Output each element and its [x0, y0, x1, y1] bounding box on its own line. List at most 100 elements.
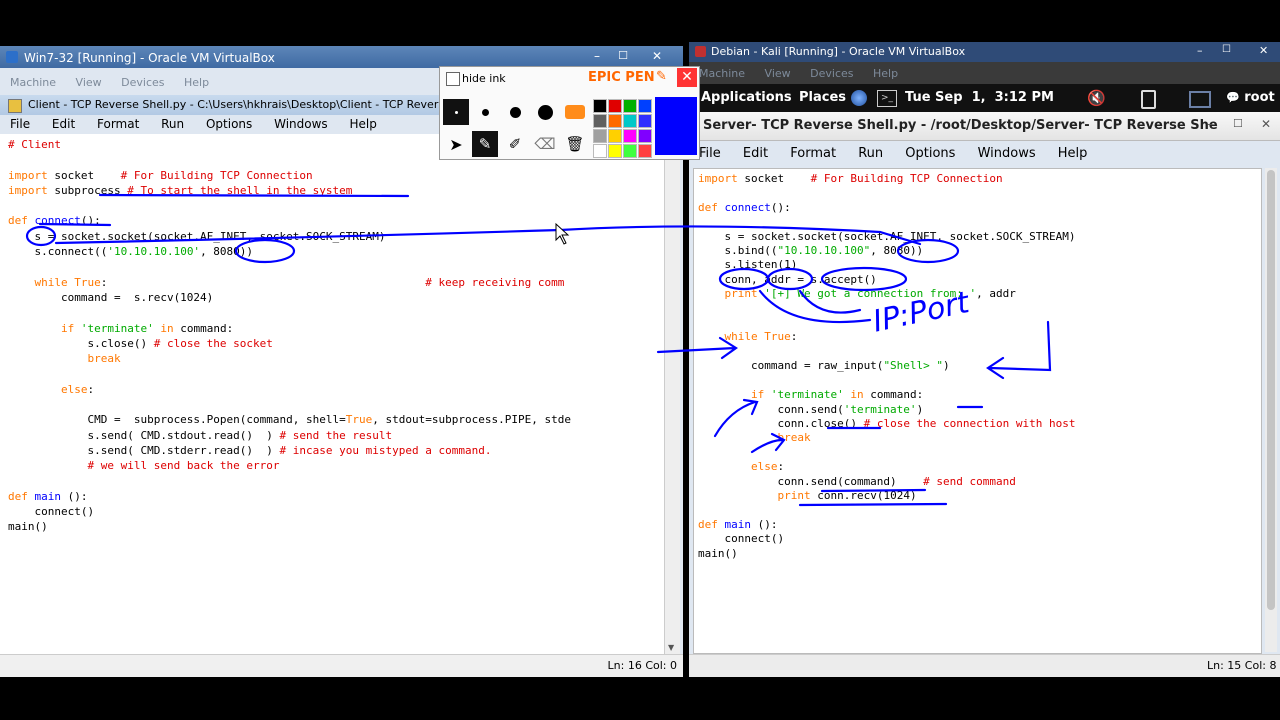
places-menu[interactable]: Places	[799, 90, 846, 105]
left-vm-titlebar[interactable]: Win7-32 [Running] - Oracle VM VirtualBox…	[0, 46, 683, 68]
color-swatch[interactable]	[623, 129, 637, 143]
volume-muted-icon[interactable]: 🔇	[1087, 89, 1106, 107]
server-code: import socket # For Building TCP Connect…	[698, 172, 1076, 560]
pen-size-4-icon[interactable]	[532, 99, 558, 125]
client-editor-title: Client - TCP Reverse Shell.py - C:\Users…	[28, 98, 476, 111]
menu-file[interactable]: File	[10, 117, 30, 131]
eraser-icon[interactable]: ⌫	[532, 131, 558, 157]
epic-pen-close-button[interactable]: ✕	[677, 68, 697, 87]
pen-logo-icon: ✎	[656, 69, 667, 84]
client-vertical-scrollbar[interactable]: ▼	[664, 134, 680, 654]
right-vm-title: Debian - Kali [Running] - Oracle VM Virt…	[711, 45, 966, 58]
battery-icon[interactable]	[1141, 90, 1156, 109]
vm-menu-machine[interactable]: Machine	[699, 67, 745, 80]
applications-menu[interactable]: Applications	[701, 90, 792, 105]
hide-ink-checkbox[interactable]	[446, 72, 460, 86]
close-button[interactable]: ✕	[1261, 117, 1271, 131]
color-swatch[interactable]	[638, 99, 652, 113]
vm-menu-help[interactable]: Help	[873, 67, 898, 80]
minimize-button[interactable]: –	[1197, 44, 1203, 57]
close-button[interactable]: ✕	[1259, 44, 1268, 57]
vm-menu-machine[interactable]: Machine	[10, 76, 56, 89]
active-color-swatch[interactable]	[655, 97, 697, 155]
vm-menu-view[interactable]: View	[76, 76, 102, 89]
close-button[interactable]: ✕	[648, 49, 666, 63]
color-swatch[interactable]	[623, 99, 637, 113]
pen-size-2-icon[interactable]	[472, 99, 498, 125]
vm-menu-help[interactable]: Help	[184, 76, 209, 89]
right-vm-titlebar[interactable]: Debian - Kali [Running] - Oracle VM Virt…	[689, 42, 1280, 62]
scrollbar-thumb[interactable]	[1267, 170, 1275, 610]
client-status-position: Ln: 16 Col: 0	[607, 659, 677, 672]
color-swatch[interactable]	[638, 114, 652, 128]
menu-options[interactable]: Options	[206, 117, 252, 131]
panel-clock[interactable]: Tue Sep 1, 3:12 PM	[905, 90, 1054, 105]
maximize-button[interactable]: ☐	[1233, 117, 1243, 130]
menu-windows[interactable]: Windows	[978, 146, 1036, 161]
pen-size-1-icon[interactable]	[443, 99, 469, 125]
color-swatch[interactable]	[623, 144, 637, 158]
pen-icon[interactable]: ✎	[472, 131, 498, 157]
user-menu[interactable]: 💬 root	[1226, 90, 1275, 105]
python-file-icon	[8, 99, 22, 113]
color-swatch[interactable]	[638, 129, 652, 143]
browser-icon[interactable]	[851, 90, 867, 106]
menu-help[interactable]: Help	[1058, 146, 1088, 161]
color-swatch[interactable]	[638, 144, 652, 158]
menu-format[interactable]: Format	[97, 117, 139, 131]
menu-run[interactable]: Run	[858, 146, 883, 161]
right-vm-window: Debian - Kali [Running] - Oracle VM Virt…	[689, 42, 1280, 677]
trash-icon[interactable]: 🗑	[562, 131, 588, 157]
menu-format[interactable]: Format	[790, 146, 836, 161]
client-code: # Client import socket # For Building TC…	[8, 138, 571, 534]
server-vertical-scrollbar[interactable]	[1265, 168, 1277, 652]
server-editor-menubar: File Edit Format Run Options Windows Hel…	[699, 146, 1105, 161]
user-name: root	[1244, 90, 1275, 105]
vm-menu-devices[interactable]: Devices	[121, 76, 164, 89]
cursor-icon[interactable]: ➤	[443, 131, 469, 157]
maximize-button[interactable]: ☐	[1222, 44, 1231, 55]
minimize-button[interactable]: –	[588, 49, 606, 63]
client-editor-menubar: File Edit Format Run Options Windows Hel…	[10, 117, 395, 131]
epic-pen-toolbar: hide ink EPIC PEN ✎ ✕ ➤ ✎ ✐ ⌫ 🗑	[439, 66, 700, 160]
virtualbox-icon	[6, 51, 18, 63]
menu-file[interactable]: File	[699, 146, 721, 161]
color-palette	[593, 99, 654, 160]
camera-icon[interactable]	[562, 99, 588, 125]
color-swatch[interactable]	[608, 144, 622, 158]
color-swatch[interactable]	[593, 129, 607, 143]
menu-edit[interactable]: Edit	[52, 117, 75, 131]
left-vm-title: Win7-32 [Running] - Oracle VM VirtualBox	[24, 51, 275, 65]
maximize-button[interactable]: ☐	[614, 49, 632, 63]
menu-run[interactable]: Run	[161, 117, 184, 131]
menu-windows[interactable]: Windows	[274, 117, 328, 131]
server-editor-title: Server- TCP Reverse Shell.py - /root/Des…	[703, 118, 1218, 133]
vm-menu-devices[interactable]: Devices	[810, 67, 853, 80]
color-swatch[interactable]	[593, 114, 607, 128]
minimize-button[interactable]: –	[1207, 117, 1213, 131]
server-code-area[interactable]: import socket # For Building TCP Connect…	[693, 168, 1262, 654]
server-statusbar: Ln: 15 Col: 8	[689, 654, 1280, 677]
menu-help[interactable]: Help	[350, 117, 377, 131]
network-icon[interactable]	[1189, 91, 1211, 108]
menu-edit[interactable]: Edit	[743, 146, 768, 161]
vm-menu-view[interactable]: View	[765, 67, 791, 80]
color-swatch[interactable]	[593, 99, 607, 113]
server-editor-titlebar[interactable]: Server- TCP Reverse Shell.py - /root/Des…	[689, 112, 1280, 141]
virtualbox-icon	[695, 46, 706, 57]
color-swatch[interactable]	[608, 99, 622, 113]
client-code-area[interactable]: # Client import socket # For Building TC…	[0, 134, 664, 654]
right-vm-menubar: Machine View Devices Help	[689, 62, 1280, 84]
color-swatch[interactable]	[608, 129, 622, 143]
server-status-position: Ln: 15 Col: 8	[1207, 659, 1277, 672]
terminal-icon[interactable]: >_	[877, 90, 897, 107]
color-swatch[interactable]	[623, 114, 637, 128]
color-swatch[interactable]	[593, 144, 607, 158]
highlighter-icon[interactable]: ✐	[502, 131, 528, 157]
pen-size-3-icon[interactable]	[502, 99, 528, 125]
epic-pen-brand: EPIC PEN	[588, 70, 655, 85]
menu-options[interactable]: Options	[905, 146, 955, 161]
color-swatch[interactable]	[608, 114, 622, 128]
scroll-down-arrow-icon[interactable]: ▼	[668, 643, 674, 652]
hide-ink-label: hide ink	[462, 72, 506, 85]
